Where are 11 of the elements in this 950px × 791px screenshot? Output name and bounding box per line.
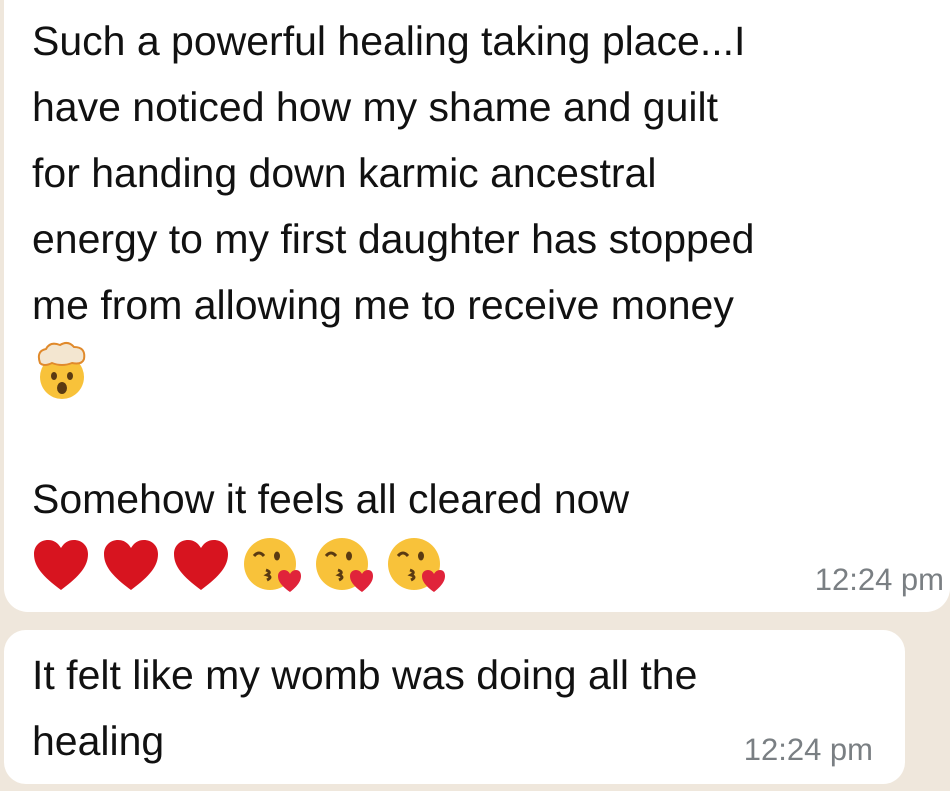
message-text: It felt like my womb was doing all the healing: [32, 651, 698, 766]
heart-icon: [102, 538, 160, 592]
heart-icon: [32, 538, 90, 592]
message-text: Such a powerful healing taking place...I have noticed how my shame and guilt for handing down karmic ancestral energy to my first daughter has stopped me from allowing me to receive money: [32, 17, 756, 330]
heart-icon: [172, 538, 230, 592]
message-time: 12:24 pm: [814, 562, 944, 597]
kissing-face-icon: [314, 536, 374, 594]
kissing-face-icon: [242, 536, 302, 594]
message-time: 12:24 pm: [744, 732, 873, 767]
kissing-face-icon: [386, 536, 446, 594]
message-text: Somehow it feels all cleared now: [32, 475, 630, 524]
